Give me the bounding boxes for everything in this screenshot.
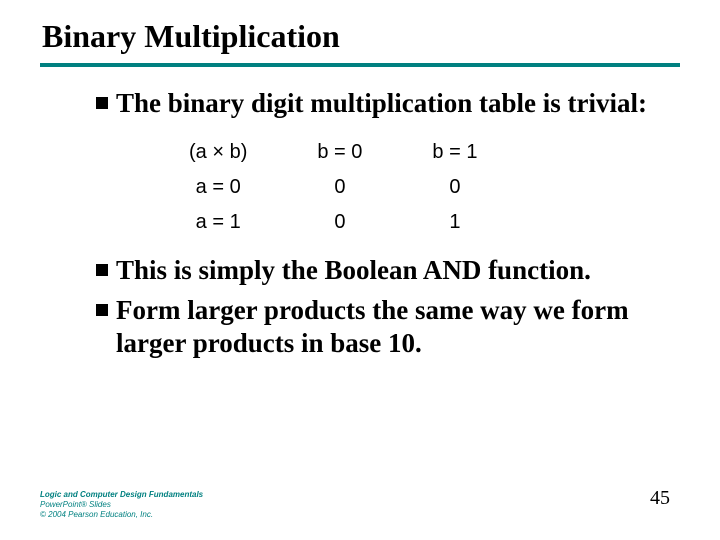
table-cell: 0 [397,170,512,205]
footer-line: © 2004 Pearson Education, Inc. [40,510,203,520]
bullet-item: This is simply the Boolean AND function. [96,254,680,288]
slide-title: Binary Multiplication [42,18,680,55]
footer-credits: Logic and Computer Design Fundamentals P… [40,490,203,520]
table-cell: 0 [282,205,397,240]
bullet-text: Form larger products the same way we for… [116,294,680,362]
slide-body: The binary digit multiplication table is… [40,87,680,361]
table-cell: a = 0 [154,170,282,205]
square-bullet-icon [96,97,108,109]
bullet-text: This is simply the Boolean AND function. [116,254,591,288]
bullet-item: The binary digit multiplication table is… [96,87,680,121]
square-bullet-icon [96,264,108,276]
slide: Binary Multiplication The binary digit m… [0,0,720,540]
table-cell: b = 0 [282,135,397,170]
page-number: 45 [650,487,670,510]
table-row: a = 1 0 1 [154,205,512,240]
bullet-item: Form larger products the same way we for… [96,294,680,362]
table-cell: b = 1 [397,135,512,170]
multiplication-table: (a × b) b = 0 b = 1 a = 0 0 0 a = 1 0 1 [154,135,680,240]
horizontal-rule [40,63,680,67]
table-cell: 1 [397,205,512,240]
footer-line: PowerPoint® Slides [40,500,203,510]
table-row: a = 0 0 0 [154,170,512,205]
table-cell: (a × b) [154,135,282,170]
square-bullet-icon [96,304,108,316]
bullet-text: The binary digit multiplication table is… [116,87,647,121]
table-cell: a = 1 [154,205,282,240]
table-row: (a × b) b = 0 b = 1 [154,135,512,170]
footer-line: Logic and Computer Design Fundamentals [40,490,203,500]
table-cell: 0 [282,170,397,205]
